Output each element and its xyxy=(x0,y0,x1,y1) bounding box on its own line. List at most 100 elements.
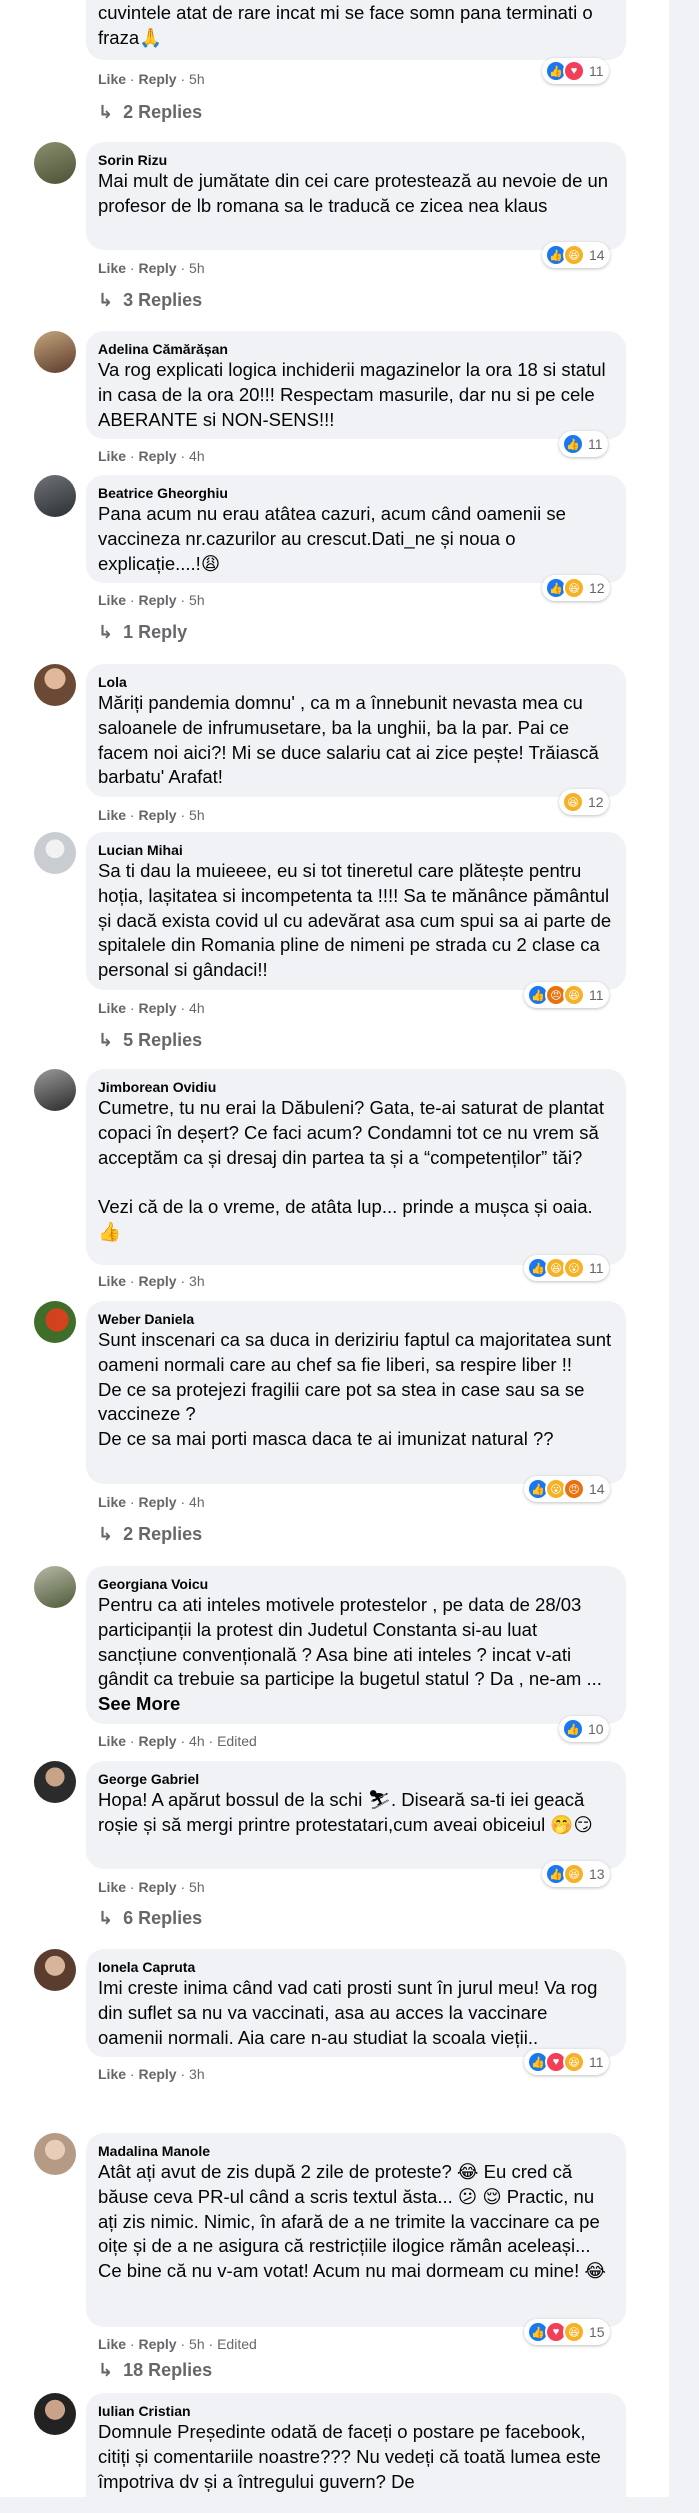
timestamp[interactable]: 5h xyxy=(189,260,205,276)
reaction-summary[interactable]: 👍 😠 😆 11 xyxy=(524,982,609,1008)
avatar[interactable] xyxy=(34,664,76,706)
haha-reaction-icon: 😆 xyxy=(563,577,585,599)
reply-link[interactable]: Reply xyxy=(138,71,176,87)
edited-label[interactable]: Edited xyxy=(217,1733,257,1749)
reply-link[interactable]: Reply xyxy=(138,1273,176,1289)
timestamp[interactable]: 3h xyxy=(189,1273,205,1289)
comment-text: in fata poporului? Va rugă să vorbiți pu… xyxy=(98,1,593,48)
reply-link[interactable]: Reply xyxy=(138,1000,176,1016)
reaction-count: 10 xyxy=(588,1721,604,1737)
timestamp[interactable]: 3h xyxy=(189,2066,205,2082)
view-replies-link[interactable]: ↳ 2 Replies xyxy=(98,1523,202,1545)
comment-author[interactable]: Sorin Rizu xyxy=(98,151,614,169)
view-replies-link[interactable]: ↳ 6 Replies xyxy=(98,1907,202,1929)
avatar[interactable] xyxy=(34,1301,76,1343)
reaction-summary[interactable]: 👍 ♥ 11 xyxy=(542,58,609,84)
comment-author[interactable]: Iulian Cristian xyxy=(98,2402,614,2420)
avatar[interactable] xyxy=(34,2133,76,2175)
like-link[interactable]: Like xyxy=(98,1494,126,1510)
timestamp[interactable]: 5h xyxy=(189,71,205,87)
comment-author[interactable]: George Gabriel xyxy=(98,1770,614,1788)
reply-link[interactable]: Reply xyxy=(138,448,176,464)
timestamp[interactable]: 5h xyxy=(189,592,205,608)
like-link[interactable]: Like xyxy=(98,1879,126,1895)
haha-reaction-icon: 😆 xyxy=(563,2321,585,2343)
haha-reaction-icon: 😆 xyxy=(563,1863,585,1885)
comment-bubble: in fata poporului? Va rugă să vorbiți pu… xyxy=(86,0,626,60)
reply-arrow-icon: ↳ xyxy=(98,2360,114,2380)
comment-author[interactable]: Georgiana Voicu xyxy=(98,1575,614,1593)
reply-link[interactable]: Reply xyxy=(138,2066,176,2082)
comment-author[interactable]: Ionela Capruta xyxy=(98,1958,614,1976)
see-more-link[interactable]: See More xyxy=(98,1693,180,1714)
comment-bubble: Sorin Rizu Mai mult de jumătate din cei … xyxy=(86,142,626,250)
haha-reaction-icon: 😆 xyxy=(563,2051,585,2073)
like-link[interactable]: Like xyxy=(98,448,126,464)
comment-author[interactable]: Madalina Manole xyxy=(98,2142,614,2160)
reaction-summary[interactable]: 👍 😆 12 xyxy=(542,575,610,601)
reply-link[interactable]: Reply xyxy=(138,2336,176,2352)
comment-author[interactable]: Beatrice Gheorghiu xyxy=(98,484,614,502)
view-replies-link[interactable]: ↳ 18 Replies xyxy=(98,2359,212,2381)
avatar[interactable] xyxy=(34,1566,76,1608)
reply-link[interactable]: Reply xyxy=(138,807,176,823)
avatar[interactable] xyxy=(34,1761,76,1803)
like-link[interactable]: Like xyxy=(98,1000,126,1016)
comment-text: Mai mult de jumătate din cei care protes… xyxy=(98,170,614,216)
reaction-summary[interactable]: 👍 10 xyxy=(559,1716,609,1742)
reaction-count: 14 xyxy=(589,1481,605,1497)
comment-author[interactable]: Adelina Cămărășan xyxy=(98,340,614,358)
like-link[interactable]: Like xyxy=(98,260,126,276)
timestamp[interactable]: 5h xyxy=(189,807,205,823)
avatar[interactable] xyxy=(34,1069,76,1111)
avatar[interactable] xyxy=(34,1949,76,1991)
avatar[interactable] xyxy=(34,142,76,184)
reaction-summary[interactable]: 👍 😮 😠 14 xyxy=(524,1476,610,1502)
comment-author[interactable]: Jimborean Ovidiu xyxy=(98,1078,614,1096)
comment-actions: Like · Reply · 3h xyxy=(98,1273,205,1289)
avatar[interactable] xyxy=(34,2393,76,2435)
avatar[interactable] xyxy=(34,331,76,373)
view-replies-link[interactable]: ↳ 5 Replies xyxy=(98,1029,202,1051)
reaction-count: 13 xyxy=(589,1866,605,1882)
comment-author[interactable]: Lola xyxy=(98,673,614,691)
comment-text: Pana acum nu erau atâtea cazuri, acum câ… xyxy=(98,503,572,574)
reaction-summary[interactable]: 👍 😆 😮 11 xyxy=(524,1255,609,1281)
reaction-summary[interactable]: 👍 😆 13 xyxy=(542,1861,610,1887)
haha-reaction-icon: 😆 xyxy=(563,984,585,1006)
view-replies-link[interactable]: ↳ 2 Replies xyxy=(98,101,202,123)
comment-actions: Like · Reply · 4h · Edited xyxy=(98,1733,257,1749)
view-replies-link[interactable]: ↳ 1 Reply xyxy=(98,621,187,643)
like-link[interactable]: Like xyxy=(98,2336,126,2352)
avatar[interactable] xyxy=(34,475,76,517)
reaction-summary[interactable]: 👍 ♥ 😆 11 xyxy=(524,2049,609,2075)
timestamp[interactable]: 4h xyxy=(189,1733,205,1749)
reaction-summary[interactable]: 👍 😆 14 xyxy=(542,242,610,268)
reply-link[interactable]: Reply xyxy=(138,1879,176,1895)
timestamp[interactable]: 5h xyxy=(189,1879,205,1895)
like-link[interactable]: Like xyxy=(98,807,126,823)
like-link[interactable]: Like xyxy=(98,1733,126,1749)
like-link[interactable]: Like xyxy=(98,592,126,608)
reaction-summary[interactable]: 😆 12 xyxy=(559,789,609,815)
reply-link[interactable]: Reply xyxy=(138,592,176,608)
timestamp[interactable]: 4h xyxy=(189,448,205,464)
view-replies-link[interactable]: ↳ 3 Replies xyxy=(98,289,202,311)
reaction-summary[interactable]: 👍 ♥ 😆 15 xyxy=(524,2319,610,2345)
reply-link[interactable]: Reply xyxy=(138,1733,176,1749)
comment-actions: Like · Reply · 5h · Edited xyxy=(98,2336,257,2352)
comment-author[interactable]: Lucian Mihai xyxy=(98,841,614,859)
timestamp[interactable]: 4h xyxy=(189,1000,205,1016)
like-link[interactable]: Like xyxy=(98,2066,126,2082)
timestamp[interactable]: 5h xyxy=(189,2336,205,2352)
reaction-count: 12 xyxy=(588,794,604,810)
reaction-summary[interactable]: 👍 11 xyxy=(559,431,608,457)
avatar[interactable] xyxy=(34,832,76,874)
like-link[interactable]: Like xyxy=(98,1273,126,1289)
timestamp[interactable]: 4h xyxy=(189,1494,205,1510)
reply-link[interactable]: Reply xyxy=(138,260,176,276)
like-link[interactable]: Like xyxy=(98,71,126,87)
reply-link[interactable]: Reply xyxy=(138,1494,176,1510)
edited-label[interactable]: Edited xyxy=(217,2336,257,2352)
comment-author[interactable]: Weber Daniela xyxy=(98,1310,614,1328)
